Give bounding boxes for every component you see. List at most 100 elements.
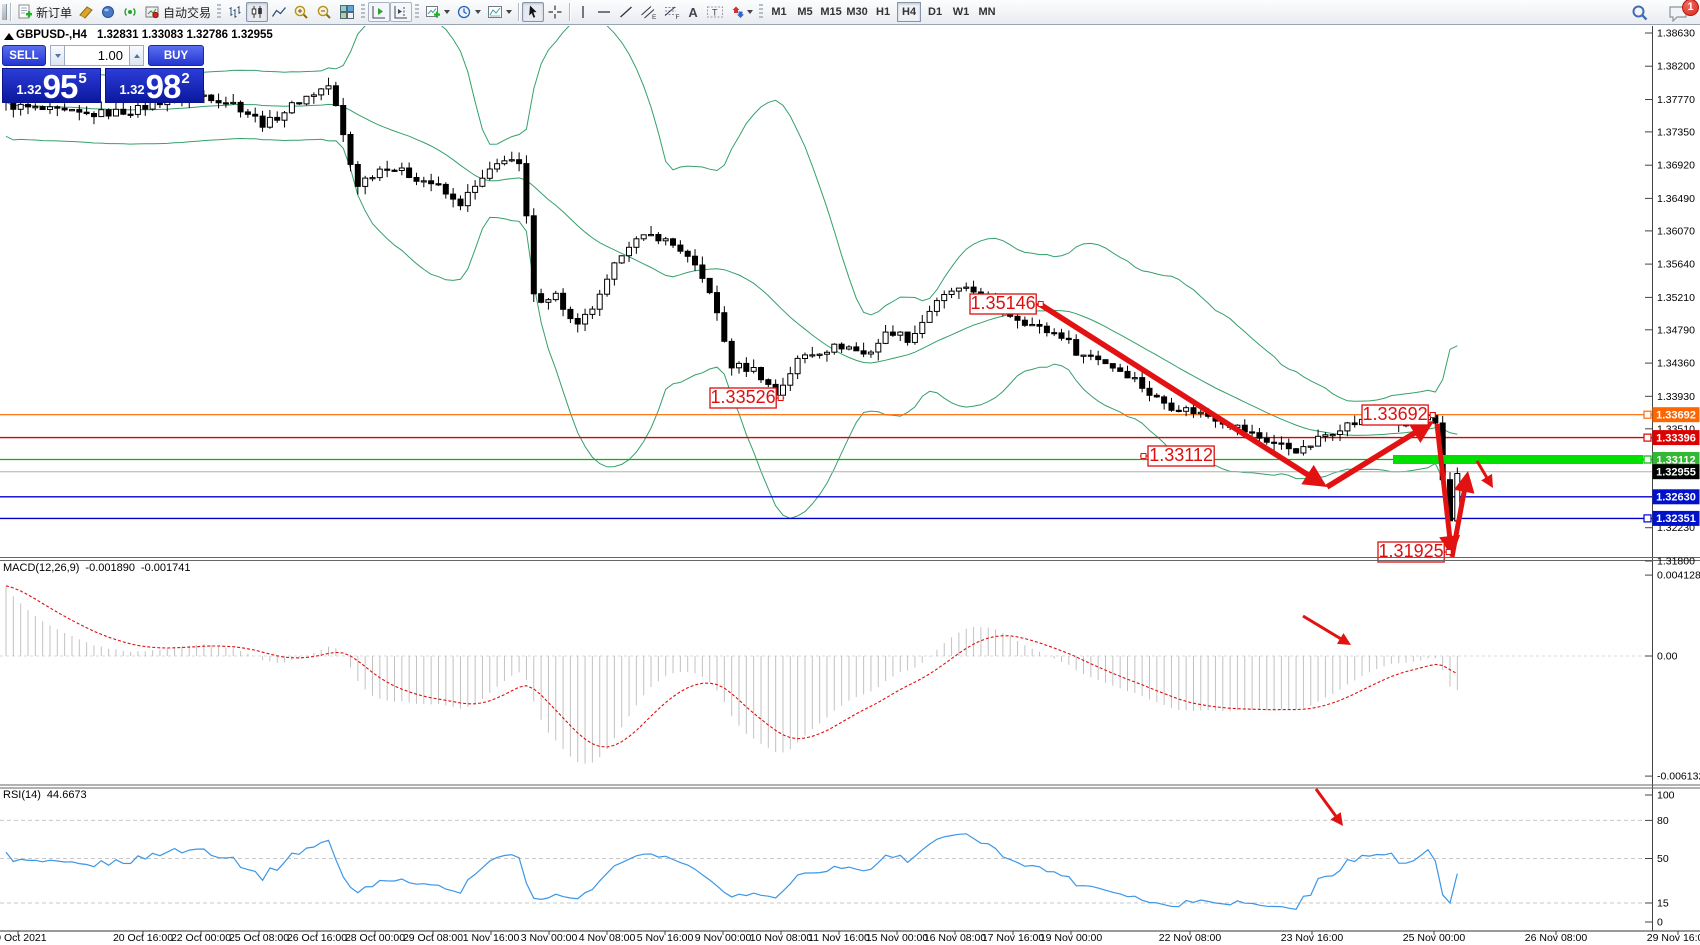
cursor-tool-button[interactable] <box>522 2 544 22</box>
toolbar-grip <box>217 4 221 20</box>
volume-decrease-button[interactable] <box>50 45 65 66</box>
sell-price-display[interactable]: 1.32955 <box>2 68 101 103</box>
toolbar-separator <box>518 3 519 21</box>
volume-stepper <box>50 45 144 66</box>
horizontal-line-tool-button[interactable] <box>593 2 615 22</box>
time-axis-label: 23 Nov 16:00 <box>1281 932 1344 944</box>
price-axis-tick: 1.37770 <box>1657 94 1695 106</box>
new-chart-dropdown-button[interactable] <box>422 2 453 22</box>
metaeditor-button[interactable] <box>75 2 97 22</box>
text-tool-button[interactable]: A <box>683 2 703 22</box>
clock-icon <box>456 4 472 20</box>
timeframe-m30-button[interactable]: M30 <box>845 2 869 22</box>
price-axis-tick: 1.36920 <box>1657 160 1695 172</box>
time-axis-label: 29 Oct 08:00 <box>403 932 463 944</box>
trend-arrow[interactable] <box>1303 616 1346 642</box>
timeframe-m15-button[interactable]: M15 <box>819 2 843 22</box>
time-axis-label: 3 Nov 00:00 <box>521 932 578 944</box>
time-axis-label: 20 Oct 16:00 <box>113 932 173 944</box>
price-axis-tick: 1.37350 <box>1657 126 1695 138</box>
buy-price-sup: 2 <box>181 70 189 87</box>
crosshair-icon <box>547 4 563 20</box>
bar-chart-button[interactable] <box>224 2 246 22</box>
rsi-axis-tick: 0 <box>1657 917 1663 929</box>
indicators-layer <box>0 586 1645 910</box>
chevron-down-icon <box>55 54 61 58</box>
toolbar-separator <box>569 3 570 21</box>
autotrading-icon <box>144 4 160 20</box>
timeframe-mn-button[interactable]: MN <box>975 2 999 22</box>
timeframe-h4-button[interactable]: H4 <box>897 2 921 22</box>
buy-button[interactable]: BUY <box>148 45 204 66</box>
rsi-axis-tick: 80 <box>1657 815 1669 827</box>
arrows-tool-icon <box>730 4 744 20</box>
line-chart-button[interactable] <box>268 2 290 22</box>
price-axis-tick: 1.35210 <box>1657 292 1695 304</box>
price-annotation-text: 1.33112 <box>1149 445 1213 465</box>
macd-value2: -0.001741 <box>141 562 191 574</box>
channel-tool-button[interactable]: E <box>637 2 660 22</box>
crosshair-tool-button[interactable] <box>544 2 566 22</box>
metaeditor-icon <box>78 4 94 20</box>
timeframe-w1-button[interactable]: W1 <box>949 2 973 22</box>
vertical-line-icon <box>576 4 590 20</box>
timeframe-h1-button[interactable]: H1 <box>871 2 895 22</box>
rsi-value: 44.6673 <box>47 789 87 801</box>
chart-shift-button[interactable] <box>390 2 412 22</box>
label-tool-icon: T <box>706 4 724 20</box>
template-icon <box>487 4 503 20</box>
candlestick-chart-button[interactable] <box>246 2 268 22</box>
macd-value1: -0.001890 <box>85 562 135 574</box>
buy-price-prefix: 1.32 <box>119 82 144 97</box>
new-order-icon <box>17 4 33 20</box>
price-axis-tick: 1.34790 <box>1657 324 1695 336</box>
toolbar-grip <box>415 4 419 20</box>
price-axis-tick: 1.34360 <box>1657 358 1695 370</box>
trendline-tool-button[interactable] <box>615 2 637 22</box>
sell-button[interactable]: SELL <box>2 45 46 66</box>
trendline-icon <box>618 4 634 20</box>
timeframe-m5-button[interactable]: M5 <box>793 2 817 22</box>
price-badge-text: 1.32955 <box>1656 467 1696 479</box>
ohlc-values: 1.32831 1.33083 1.32786 1.32955 <box>97 29 273 41</box>
zoom-out-icon <box>316 4 333 21</box>
volume-increase-button[interactable] <box>129 45 144 66</box>
price-axis-tick: 1.38630 <box>1657 28 1695 40</box>
signals-button[interactable] <box>119 2 141 22</box>
zoom-out-button[interactable] <box>313 2 336 22</box>
svg-text:T: T <box>712 8 718 18</box>
price-badge-text: 1.32351 <box>1656 513 1696 525</box>
collapse-triangle-icon[interactable] <box>4 33 14 40</box>
volume-input[interactable] <box>65 45 129 66</box>
auto-scroll-button[interactable] <box>368 2 390 22</box>
svg-text:E: E <box>652 14 657 20</box>
period-dropdown-button[interactable] <box>453 2 484 22</box>
rsi-axis-tick: 15 <box>1657 898 1669 910</box>
line-chart-icon <box>271 4 287 20</box>
highlight-zone[interactable] <box>1393 455 1643 464</box>
price-badge-text: 1.33396 <box>1656 432 1696 444</box>
timeframe-d1-button[interactable]: D1 <box>923 2 947 22</box>
search-button[interactable] <box>1628 3 1652 23</box>
template-dropdown-button[interactable] <box>484 2 515 22</box>
chart-canvas[interactable]: 1.351461.335261.331121.336921.319251.386… <box>0 0 1700 945</box>
time-axis-label: 4 Nov 08:00 <box>579 932 636 944</box>
time-axis-label: 15 Nov 00:00 <box>866 932 929 944</box>
symbol-period-label: GBPUSD-,H4 <box>16 29 87 41</box>
arrows-tool-dropdown-button[interactable] <box>727 2 756 22</box>
new-order-button[interactable]: 新订单 <box>14 2 75 22</box>
toolbar-grip <box>361 4 365 20</box>
autotrading-button[interactable]: 自动交易 <box>141 2 214 22</box>
new-order-label: 新订单 <box>36 4 72 21</box>
zoom-in-button[interactable] <box>290 2 313 22</box>
timeframe-m1-button[interactable]: M1 <box>767 2 791 22</box>
price-axis-tick: 1.38200 <box>1657 61 1695 73</box>
sell-price-sup: 5 <box>78 70 86 87</box>
vertical-line-tool-button[interactable] <box>573 2 593 22</box>
notifications-button[interactable]: 1 <box>1664 3 1692 23</box>
strategy-tester-button[interactable] <box>97 2 119 22</box>
buy-price-display[interactable]: 1.32982 <box>105 68 204 103</box>
label-tool-button[interactable]: T <box>703 2 727 22</box>
fibonacci-tool-button[interactable]: F <box>660 2 683 22</box>
tile-windows-button[interactable] <box>336 2 358 22</box>
